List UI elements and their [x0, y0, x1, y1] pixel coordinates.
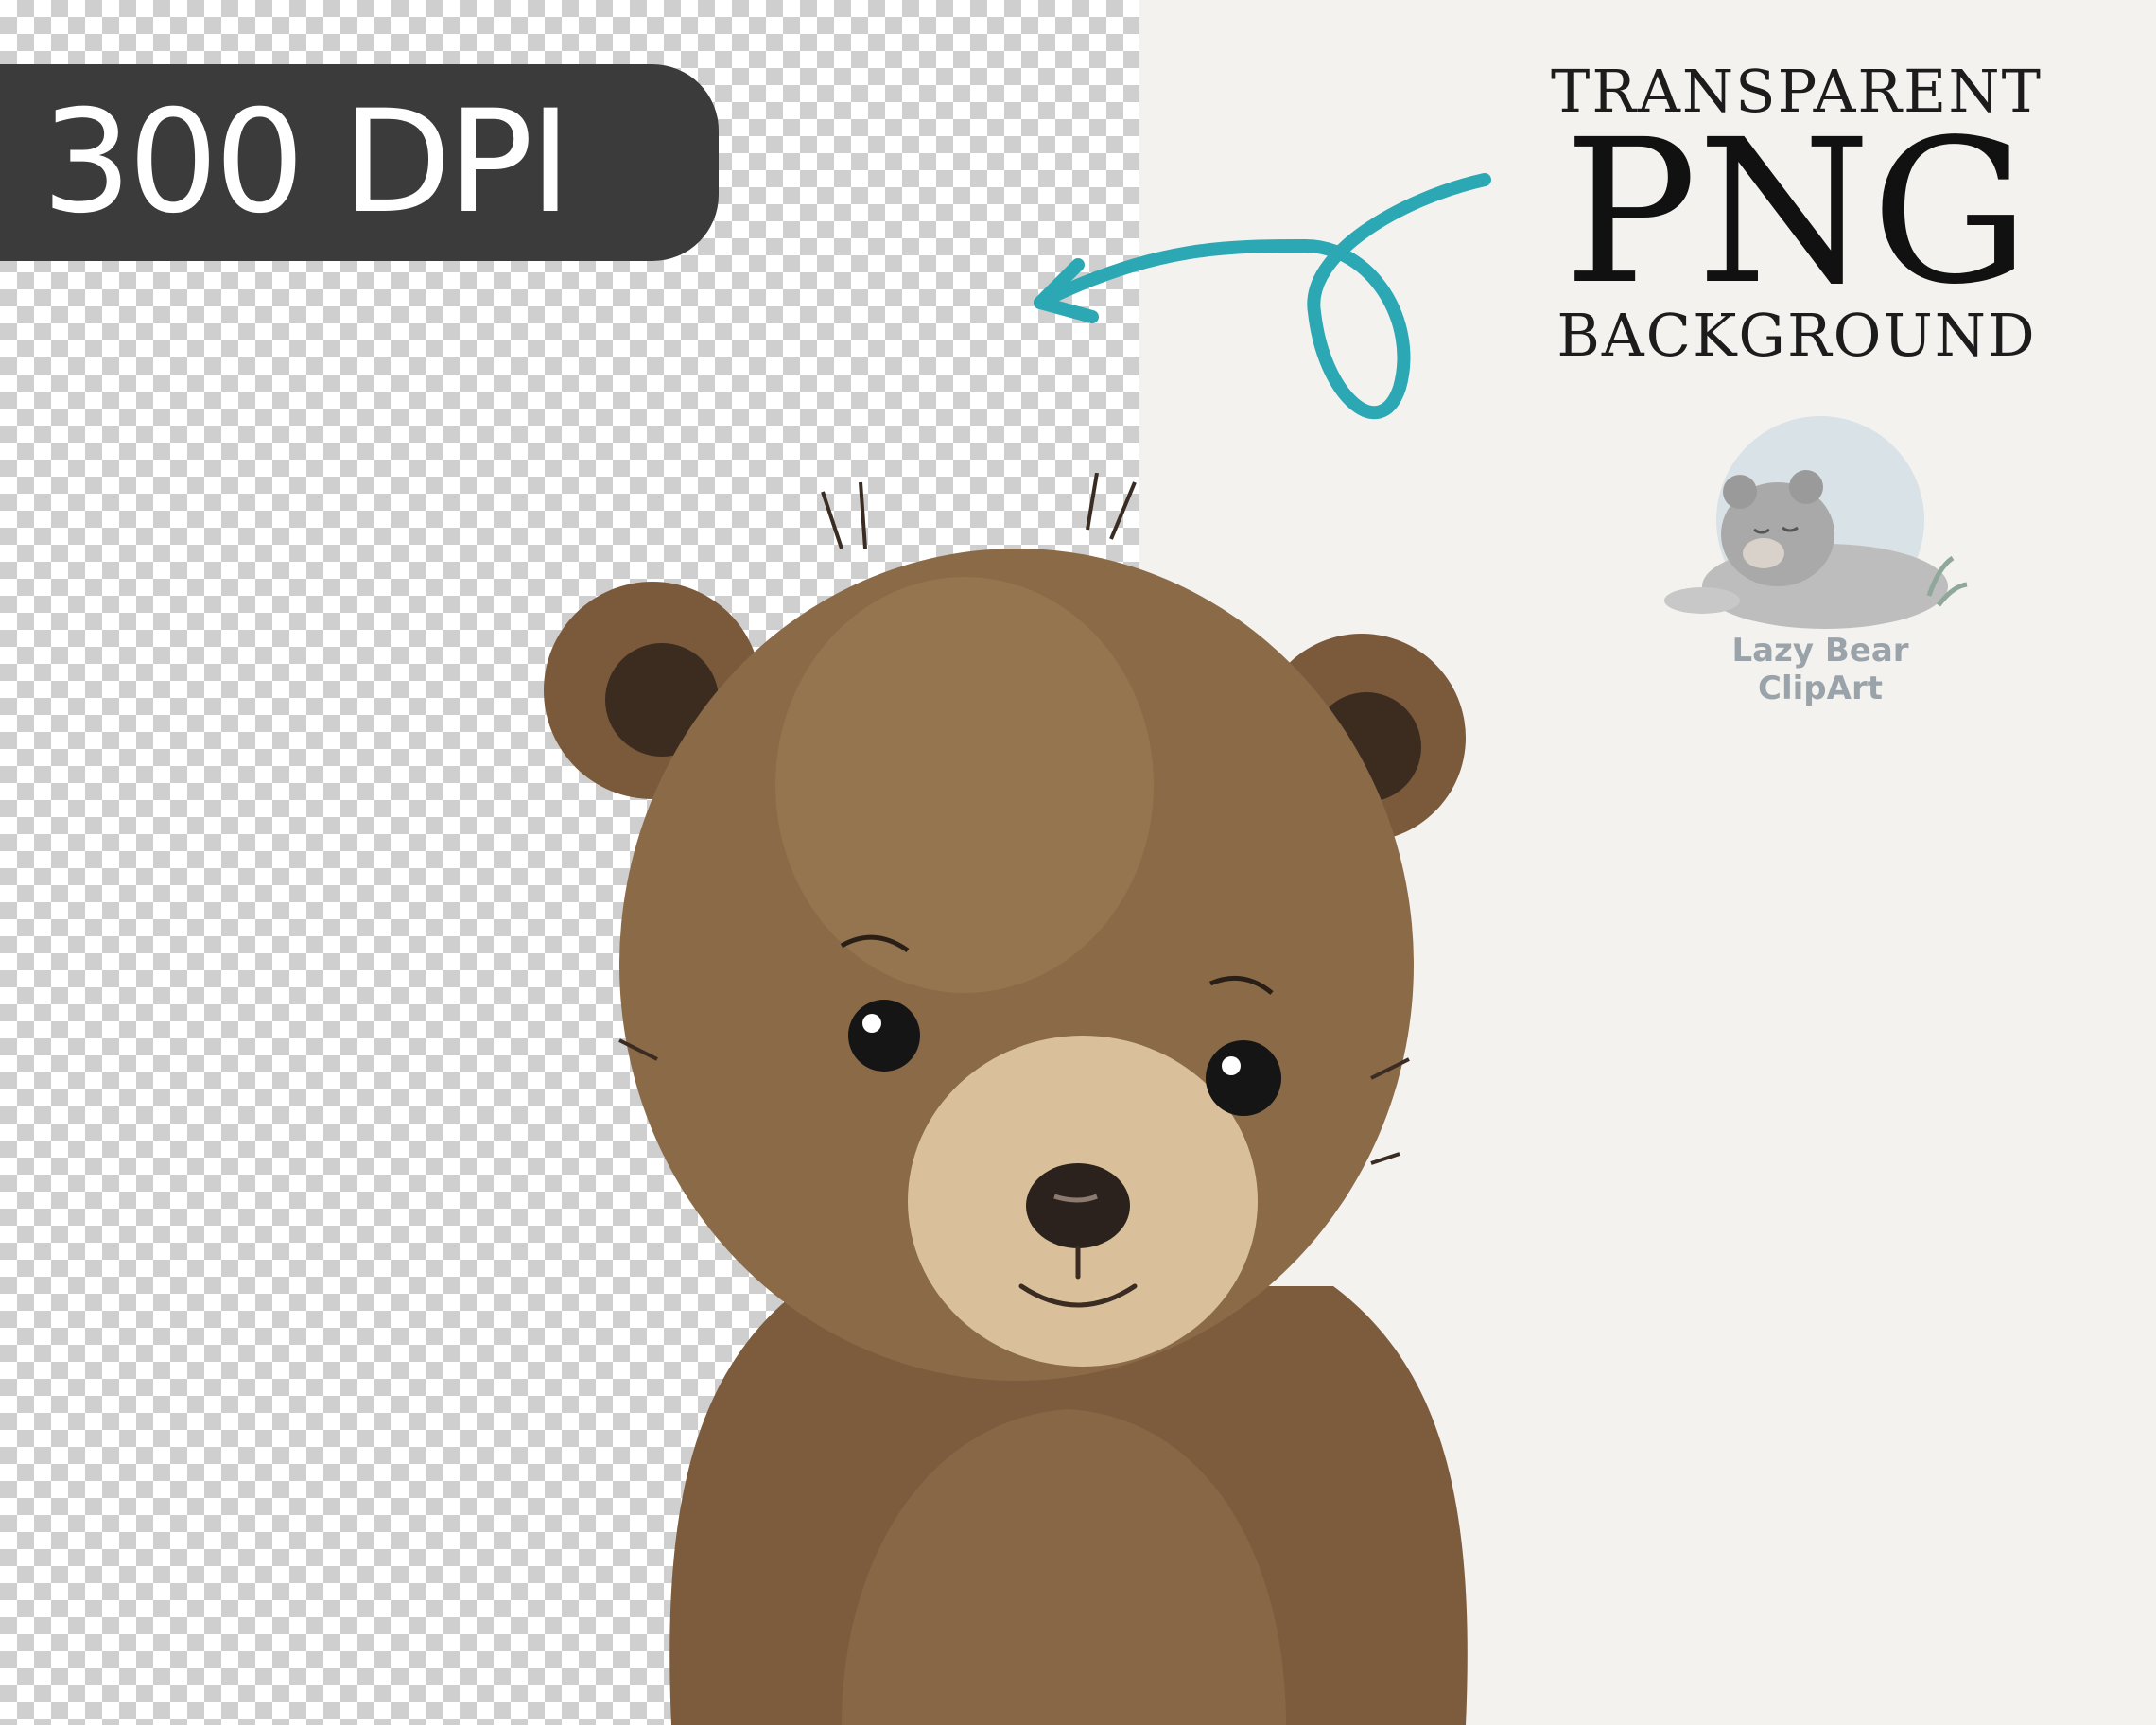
- dpi-badge-label: 300 DPI: [42, 80, 571, 245]
- bear-cub-illustration: [544, 473, 1468, 1725]
- dpi-badge: 300 DPI: [0, 64, 719, 261]
- heading-png: PNG: [1563, 96, 2030, 328]
- curly-arrow-icon: [1034, 173, 1491, 420]
- heading-background: BACKGROUND: [1556, 301, 2037, 370]
- logo-brand-name: Lazy Bear ClipArt: [1731, 632, 1909, 707]
- product-preview: 300 DPI TRANSPARENT PNG BACKGROUND Lazy …: [0, 0, 2156, 1725]
